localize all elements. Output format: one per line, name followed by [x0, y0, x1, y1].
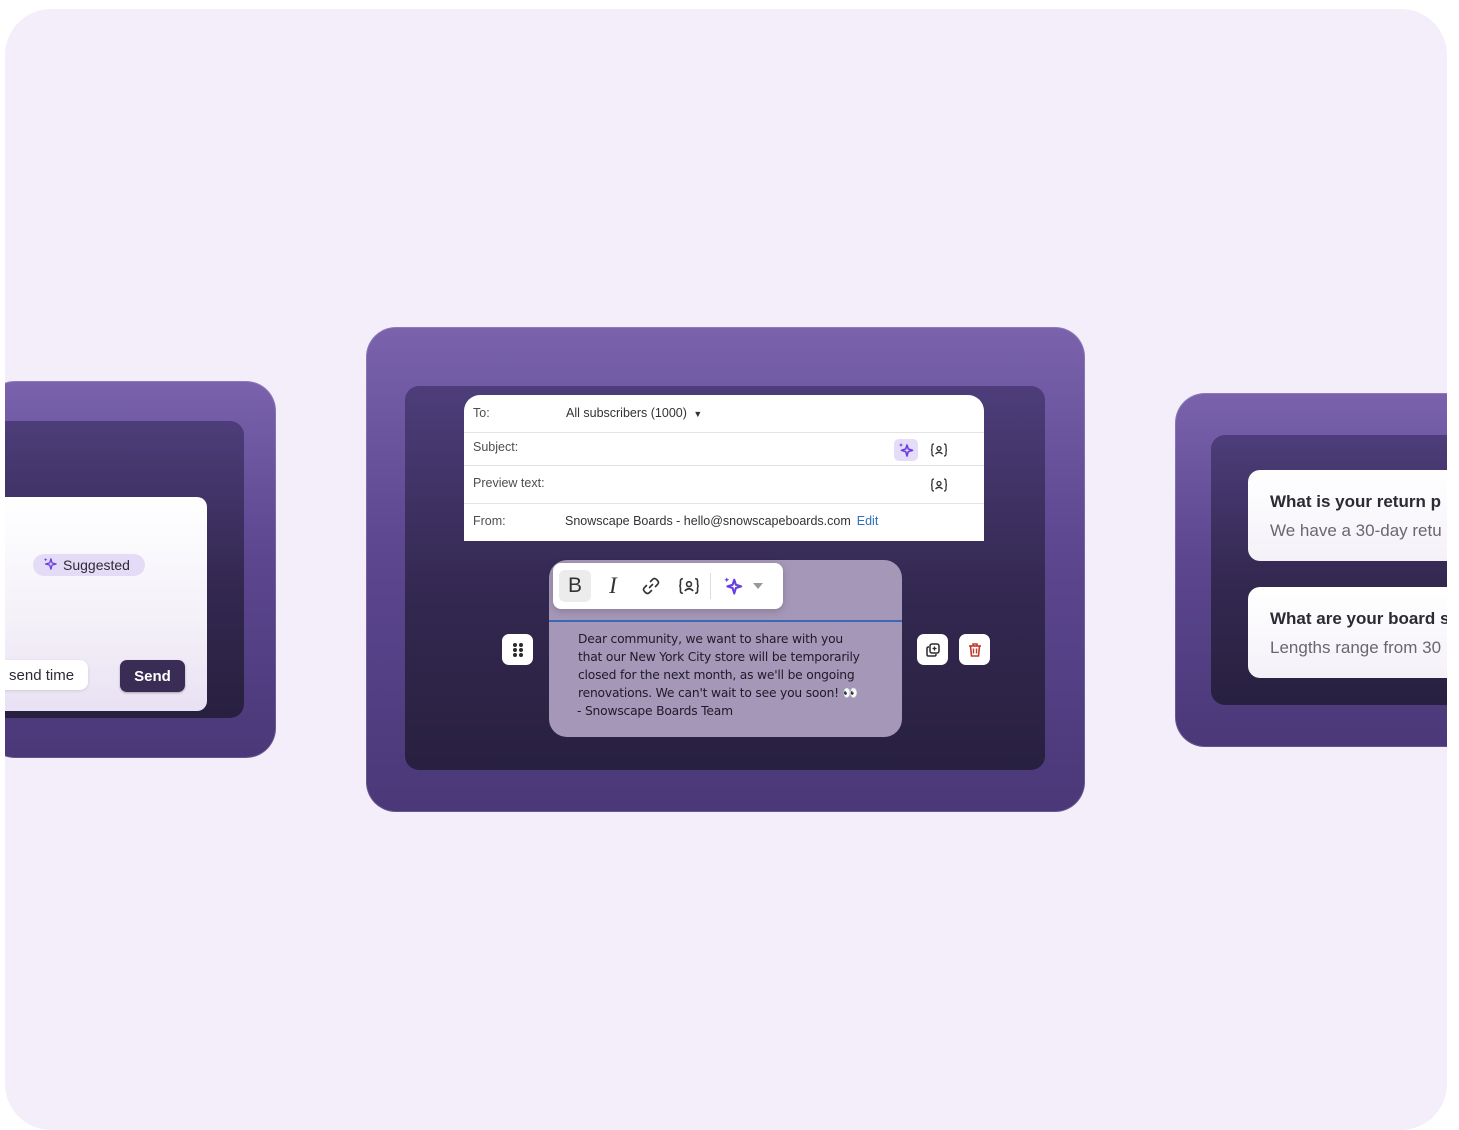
- link-icon: [642, 577, 660, 595]
- bold-icon: B: [567, 574, 582, 597]
- bold-button[interactable]: B: [559, 570, 591, 602]
- trash-icon: [968, 642, 981, 657]
- duplicate-button[interactable]: [917, 634, 948, 665]
- editor-focus-line: [549, 620, 902, 622]
- recipient-value: All subscribers (1000): [566, 406, 687, 420]
- editor-line: renovations. We can't wait to see you so…: [578, 686, 858, 700]
- send-time-option[interactable]: ve send time: [5, 660, 89, 690]
- faq-card: What is your return p We have a 30-day r…: [1175, 393, 1447, 747]
- editor-body[interactable]: Dear community, we want to share with yo…: [577, 630, 888, 720]
- faq-item[interactable]: What is your return p We have a 30-day r…: [1248, 470, 1447, 561]
- personalize-icon: [679, 577, 699, 595]
- recipient-select[interactable]: All subscribers (1000) ▼: [566, 406, 702, 420]
- ai-assist-button[interactable]: [717, 570, 749, 602]
- suggested-badge: Suggested: [33, 554, 145, 576]
- editor-line: that our New York City store will be tem…: [578, 650, 860, 664]
- to-label: To:: [473, 406, 490, 420]
- sparkle-icon: [899, 443, 914, 457]
- send-button[interactable]: Send: [120, 660, 185, 692]
- schedule-card: DT Suggested ne ve send time Send: [5, 381, 276, 758]
- send-label: Send: [134, 667, 171, 685]
- email-composer-card: To: All subscribers (1000) ▼ Subject: Pr…: [366, 327, 1085, 812]
- personalize-icon: [930, 478, 948, 492]
- from-row: From: Snowscape Boards - hello@snowscape…: [464, 503, 984, 541]
- faq-item[interactable]: What are your board s Lengths range from…: [1248, 587, 1447, 678]
- personalize-button[interactable]: [673, 570, 705, 602]
- sparkle-icon: [43, 557, 57, 574]
- faq-question: What is your return p: [1270, 492, 1441, 511]
- delete-button[interactable]: [959, 634, 990, 665]
- to-row: To: All subscribers (1000) ▼: [464, 395, 984, 433]
- duplicate-icon: [925, 642, 940, 657]
- edit-from-link[interactable]: Edit: [857, 514, 879, 528]
- faq-question: What are your board s: [1270, 609, 1447, 628]
- caret-down-icon: ▼: [693, 409, 703, 419]
- preview-row[interactable]: Preview text:: [464, 465, 984, 504]
- send-time-label: ve send time: [5, 666, 75, 684]
- editor-line: - Snowscape Boards Team: [577, 704, 733, 718]
- from-label: From:: [473, 514, 506, 528]
- sparkle-icon: [724, 577, 743, 595]
- page-background: DT Suggested ne ve send time Send: [5, 9, 1447, 1130]
- editor-line: closed for the next month, as we'll be o…: [578, 668, 855, 682]
- editor-line: Dear community, we want to share with yo…: [578, 632, 843, 646]
- toolbar-divider: [710, 573, 711, 599]
- suggested-label: Suggested: [63, 557, 130, 573]
- personalize-icon: [930, 443, 948, 457]
- personalize-subject-button[interactable]: [927, 439, 951, 461]
- ai-subject-button[interactable]: [894, 439, 918, 461]
- email-header: To: All subscribers (1000) ▼ Subject: Pr…: [464, 395, 984, 541]
- from-value-wrap: Snowscape Boards - hello@snowscapeboards…: [565, 514, 878, 528]
- formatting-toolbar: B I: [553, 563, 783, 609]
- subject-row[interactable]: Subject:: [464, 432, 984, 466]
- preview-label: Preview text:: [473, 476, 545, 490]
- drag-handle-icon: [512, 642, 523, 657]
- personalize-preview-button[interactable]: [927, 474, 951, 496]
- drag-handle-button[interactable]: [502, 634, 533, 665]
- schedule-card-inner: DT Suggested ne ve send time Send: [5, 421, 244, 718]
- from-value: Snowscape Boards - hello@snowscapeboards…: [565, 514, 851, 528]
- italic-button[interactable]: I: [597, 570, 629, 602]
- caret-down-icon: [753, 583, 763, 589]
- link-button[interactable]: [635, 570, 667, 602]
- faq-answer: We have a 30-day retu: [1270, 521, 1442, 540]
- subject-label: Subject:: [473, 440, 519, 454]
- ai-assist-dropdown[interactable]: [747, 570, 769, 602]
- faq-answer: Lengths range from 30: [1270, 638, 1442, 657]
- italic-icon: I: [609, 573, 617, 598]
- schedule-panel: DT Suggested ne ve send time Send: [5, 497, 207, 711]
